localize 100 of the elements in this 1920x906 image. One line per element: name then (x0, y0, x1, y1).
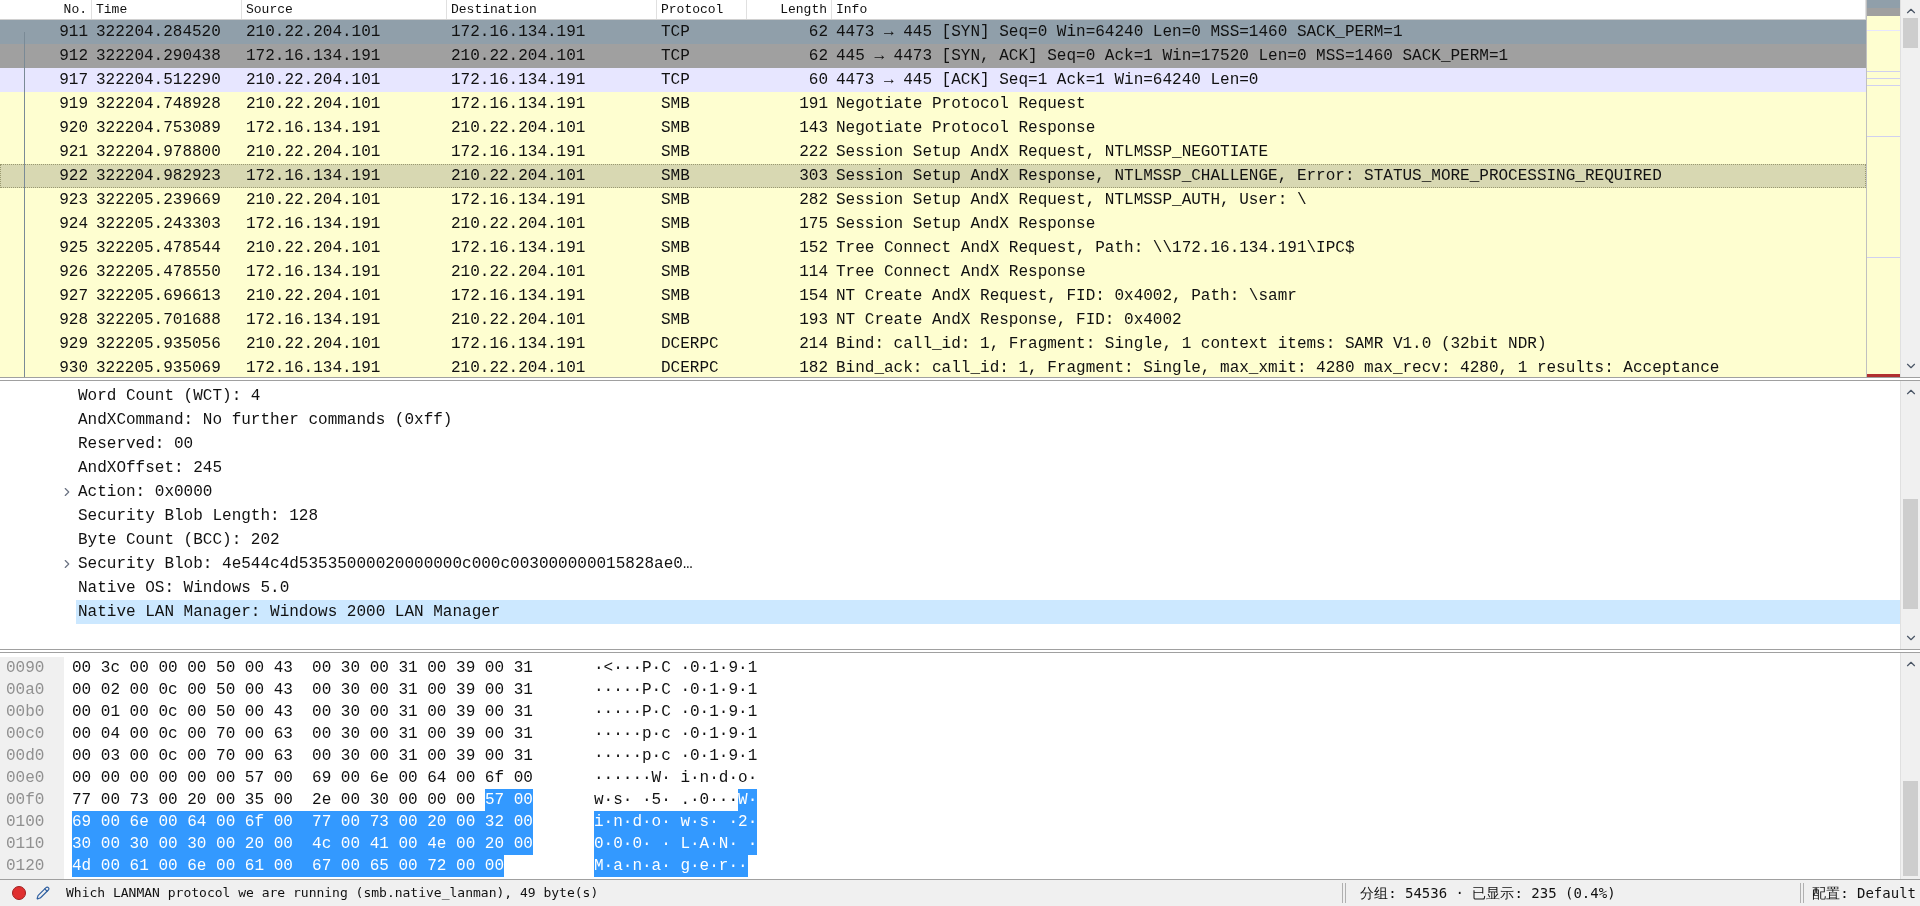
number-cell-text: 923 (58, 190, 89, 211)
protocol-cell-text: SMB (660, 262, 691, 283)
detail-row[interactable]: Security Blob: 4e544c4d53535000020000000c000c003000000015828ae0… (76, 552, 1900, 576)
scrollbar-thumb[interactable] (1903, 18, 1918, 48)
hex-bytes: 00 02 00 0c 00 50 00 43 00 30 00 31 00 39 00 31 (72, 680, 533, 701)
offset-cell-text: 00f0 (5, 790, 46, 811)
number-cell-text: 921 (58, 142, 89, 163)
scrollbar[interactable] (1900, 0, 1920, 377)
detail-row[interactable]: Native LAN Manager: Windows 2000 LAN Manager (76, 600, 1900, 624)
ascii-text: ·<···P·C ·0·1·9·1 (594, 658, 758, 679)
column-header[interactable]: Protocol (657, 0, 747, 19)
number-cell-text: 919 (58, 94, 89, 115)
source-cell-text: 172.16.134.191 (245, 118, 382, 139)
ascii-text: ·····P·C ·0·1·9·1 (594, 680, 758, 701)
packet-row[interactable]: 920 322204.753089 172.16.134.191 210.22.204.101 SMB 143 Negotiate Protocol Response (0, 116, 1866, 140)
source-cell-text: 172.16.134.191 (245, 310, 382, 331)
info-cell-text: 4473 → 445 [ACK] Seq=1 Ack=1 Win=64240 Len=0 (835, 70, 1260, 91)
destination-cell-text: 210.22.204.101 (450, 166, 587, 187)
time-cell-text: 322205.478550 (95, 262, 222, 283)
length-cell-text: 143 (798, 118, 829, 139)
detail-row[interactable]: Word Count (WCT): 4 (76, 384, 1900, 408)
source-cell-text: 210.22.204.101 (245, 190, 382, 211)
destination-cell-text: 210.22.204.101 (450, 118, 587, 139)
destination-cell-text: 172.16.134.191 (450, 70, 587, 91)
time-cell-text: 322204.748928 (95, 94, 222, 115)
length-cell-text: 222 (798, 142, 829, 163)
packet-row[interactable]: 924 322205.243303 172.16.134.191 210.22.204.101 SMB 175 Session Setup AndX Response (0, 212, 1866, 236)
number-cell-text: 926 (58, 262, 89, 283)
offset-cell-text: 00c0 (5, 724, 46, 745)
detail-row[interactable]: Action: 0x0000 (76, 480, 1900, 504)
packet-row[interactable]: 911 322204.284520 210.22.204.101 172.16.134.191 TCP 62 4473 → 445 [SYN] Seq=0 Win=64240 Len=0 MSS=1460 SACK_PERM=1 (0, 20, 1866, 44)
column-header[interactable]: Destination (447, 0, 657, 19)
packet-row[interactable]: 921 322204.978800 210.22.204.101 172.16.134.191 SMB 222 Session Setup AndX Request, NTLMSSP_NEGOTIATE (0, 140, 1866, 164)
number-cell-text: 930 (58, 358, 89, 377)
ascii-text: ·····P·C ·0·1·9·1 (594, 702, 758, 723)
column-header[interactable]: Length (747, 0, 832, 19)
offset-cell-text: 00a0 (5, 680, 46, 701)
edit-comment-icon[interactable] (36, 886, 50, 900)
selected-hex-bytes: 69 00 6e 00 64 00 6f 00 77 00 73 00 20 00 32 00 (72, 811, 533, 833)
selected-hex-bytes: 30 00 30 00 30 00 20 00 4c 00 41 00 4e 00 20 00 (72, 833, 533, 855)
time-cell-text: 322204.290438 (95, 46, 222, 67)
packet-row[interactable]: 929 322205.935056 210.22.204.101 172.16.134.191 DCERPC 214 Bind: call_id: 1, Fragment: Single, 1 context items: SAMR V1.0 (32bit NDR) (0, 332, 1866, 356)
packet-row[interactable]: 930 322205.935069 172.16.134.191 210.22.204.101 DCERPC 182 Bind_ack: call_id: 1, Fragment: Single, max_xmit: 4280 max_recv: 4280, 1 results: Acceptance (0, 356, 1866, 377)
info-cell-text: Session Setup AndX Response (835, 214, 1097, 235)
time-cell-text: 322205.478544 (95, 238, 222, 259)
scrollbar[interactable] (1900, 381, 1920, 649)
destination-cell-text: 172.16.134.191 (450, 94, 587, 115)
info-cell-text: NT Create AndX Response, FID: 0x4002 (835, 310, 1183, 331)
destination-cell-text: 210.22.204.101 (450, 46, 587, 67)
packet-row[interactable]: 927 322205.696613 210.22.204.101 172.16.134.191 SMB 154 NT Create AndX Request, FID: 0x4002, Path: \samr (0, 284, 1866, 308)
selected-ascii-text: 0·0·0· · L·A·N· · (594, 833, 758, 855)
detail-row[interactable]: AndXOffset: 245 (76, 456, 1900, 480)
protocol-cell-text: SMB (660, 190, 691, 211)
info-cell-text: 445 → 4473 [SYN, ACK] Seq=0 Ack=1 Win=17520 Len=0 MSS=1460 SACK_PERM=1 (835, 46, 1510, 67)
destination-cell-text: 172.16.134.191 (450, 142, 587, 163)
number-cell-text: 925 (58, 238, 89, 259)
protocol-cell-text: SMB (660, 166, 691, 187)
destination-cell-text: 172.16.134.191 (450, 22, 587, 43)
packet-row[interactable]: 917 322204.512290 210.22.204.101 172.16.134.191 TCP 60 4473 → 445 [ACK] Seq=1 Ack=1 Win=64240 Len=0 (0, 68, 1866, 92)
profile-text[interactable]: 配置: Default (1812, 882, 1920, 904)
protocol-cell-text: DCERPC (660, 358, 720, 377)
scrollbar-thumb[interactable] (1903, 781, 1918, 876)
packet-row[interactable]: 926 322205.478550 172.16.134.191 210.22.204.101 SMB 114 Tree Connect AndX Response (0, 260, 1866, 284)
source-cell-text: 172.16.134.191 (245, 262, 382, 283)
hex-bytes: 00 3c 00 00 00 50 00 43 00 30 00 31 00 39 00 31 (72, 658, 533, 679)
scrollbar[interactable] (1900, 653, 1920, 879)
scrollbar-thumb[interactable] (1903, 499, 1918, 609)
time-cell-text: 322205.239669 (95, 190, 222, 211)
protocol-cell-text: DCERPC (660, 334, 720, 355)
column-header[interactable]: Source (242, 0, 447, 19)
detail-row[interactable]: Byte Count (BCC): 202 (76, 528, 1900, 552)
detail-row[interactable]: AndXCommand: No further commands (0xff) (76, 408, 1900, 432)
number-cell-text: 928 (58, 310, 89, 331)
column-header[interactable]: No. (0, 0, 92, 19)
info-cell-text: Bind_ack: call_id: 1, Fragment: Single, max_xmit: 4280 max_recv: 4280, 1 results: Acceptance (835, 358, 1721, 377)
destination-cell-text: 210.22.204.101 (450, 358, 587, 377)
time-cell-text: 322205.701688 (95, 310, 222, 331)
offset-cell-text: 00e0 (5, 768, 46, 789)
ascii-text: ······W· i·n·d·o· (594, 768, 758, 789)
length-cell-text: 182 (798, 358, 829, 377)
length-cell-text: 214 (798, 334, 829, 355)
length-cell-text: 60 (807, 70, 829, 91)
packet-row[interactable]: 928 322205.701688 172.16.134.191 210.22.204.101 SMB 193 NT Create AndX Response, FID: 0x4002 (0, 308, 1866, 332)
info-cell-text: Bind: call_id: 1, Fragment: Single, 1 context items: SAMR V1.0 (32bit NDR) (835, 334, 1548, 355)
packet-row[interactable]: 919 322204.748928 210.22.204.101 172.16.134.191 SMB 191 Negotiate Protocol Request (0, 92, 1866, 116)
detail-row[interactable]: Native OS: Windows 5.0 (76, 576, 1900, 600)
expert-info-icon[interactable] (12, 886, 26, 900)
detail-row[interactable]: Reserved: 00 (76, 432, 1900, 456)
hex-bytes: 00 04 00 0c 00 70 00 63 00 30 00 31 00 39 00 31 (72, 724, 533, 745)
column-header[interactable]: Time (92, 0, 242, 19)
offset-cell-text: 00b0 (5, 702, 46, 723)
packet-row[interactable]: 923 322205.239669 210.22.204.101 172.16.134.191 SMB 282 Session Setup AndX Request, NTLMSSP_AUTH, User: \ (0, 188, 1866, 212)
packet-row[interactable]: 925 322205.478544 210.22.204.101 172.16.134.191 SMB 152 Tree Connect AndX Request, Path: \\172.16.134.191\IPC$ (0, 236, 1866, 260)
offset-cell-text: 0110 (5, 834, 46, 855)
source-cell-text: 172.16.134.191 (245, 166, 382, 187)
source-cell-text: 210.22.204.101 (245, 238, 382, 259)
protocol-cell-text: SMB (660, 310, 691, 331)
detail-row[interactable]: Security Blob Length: 128 (76, 504, 1900, 528)
packet-row[interactable]: 922 322204.982923 172.16.134.191 210.22.204.101 SMB 303 Session Setup AndX Response, NTLMSSP_CHALLENGE, Error: STATUS_MORE_PROCESSING_REQUIRED (0, 164, 1866, 188)
packet-row[interactable]: 912 322204.290438 172.16.134.191 210.22.204.101 TCP 62 445 → 4473 [SYN, ACK] Seq=0 Ack=1 Win=17520 Len=0 MSS=1460 SACK_PERM=1 (0, 44, 1866, 68)
